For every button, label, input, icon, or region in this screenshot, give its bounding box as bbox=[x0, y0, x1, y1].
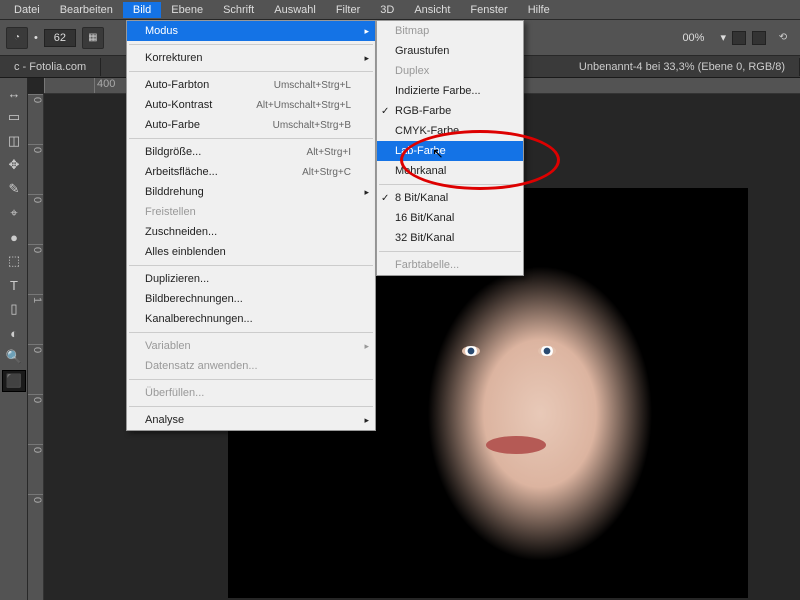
menu-bild-item-analyse[interactable]: Analyse bbox=[127, 410, 375, 430]
tool-12[interactable]: ⬛ bbox=[2, 370, 26, 392]
ruler-vertical: 000010000 bbox=[28, 94, 44, 600]
menubar-item-3d[interactable]: 3D bbox=[370, 2, 404, 18]
menu-bild-item-zuschneiden-[interactable]: Zuschneiden... bbox=[127, 222, 375, 242]
menu-modus-item-graustufen[interactable]: Graustufen bbox=[377, 41, 523, 61]
menubar-item-filter[interactable]: Filter bbox=[326, 2, 370, 18]
chevron-down-icon: ▾ bbox=[720, 31, 726, 44]
menu-bild-item-korrekturen[interactable]: Korrekturen bbox=[127, 48, 375, 68]
pressure-icon[interactable]: ⟲ bbox=[772, 27, 794, 49]
menu-modus-item-mehrkanal[interactable]: Mehrkanal bbox=[377, 161, 523, 181]
menu-modus-item-8-bit-kanal[interactable]: 8 Bit/Kanal bbox=[377, 188, 523, 208]
menubar-item-ansicht[interactable]: Ansicht bbox=[404, 2, 460, 18]
menubar-item-bearbeiten[interactable]: Bearbeiten bbox=[50, 2, 123, 18]
tool-3[interactable]: ✥ bbox=[2, 154, 26, 176]
toggle-b[interactable] bbox=[752, 31, 766, 45]
zoom-readout: 00% bbox=[682, 32, 704, 44]
menu-bild-dropdown: Modus Korrekturen Auto-FarbtonUmschalt+Str… bbox=[126, 20, 376, 431]
tool-11[interactable]: 🔍 bbox=[2, 346, 26, 368]
tools-panel: ↔▭◫✥✎⌖●⬚T▯◐🔍⬛ bbox=[0, 78, 28, 600]
menu-modus-item-rgb-farbe[interactable]: RGB-Farbe bbox=[377, 101, 523, 121]
menu-bild-item-auto-kontrast[interactable]: Auto-KontrastAlt+Umschalt+Strg+L bbox=[127, 95, 375, 115]
tool-10[interactable]: ◐ bbox=[2, 322, 26, 344]
tool-8[interactable]: T bbox=[2, 274, 26, 296]
menu-modus-item-duplex: Duplex bbox=[377, 61, 523, 81]
menu-modus-item-indizierte-farbe-[interactable]: Indizierte Farbe... bbox=[377, 81, 523, 101]
menubar-item-bild[interactable]: Bild bbox=[123, 2, 161, 18]
menubar-item-datei[interactable]: Datei bbox=[4, 2, 50, 18]
menu-modus-item-bitmap: Bitmap bbox=[377, 21, 523, 41]
menu-bild-item-kanalberechnungen-[interactable]: Kanalberechnungen... bbox=[127, 309, 375, 329]
menu-modus-item-16-bit-kanal[interactable]: 16 Bit/Kanal bbox=[377, 208, 523, 228]
menu-bild-item-auto-farbton[interactable]: Auto-FarbtonUmschalt+Strg+L bbox=[127, 75, 375, 95]
menu-bild-item--berf-llen-: Überfüllen... bbox=[127, 383, 375, 403]
tool-preset-icon[interactable]: ◔ bbox=[6, 27, 28, 49]
menu-bild-item-auto-farbe[interactable]: Auto-FarbeUmschalt+Strg+B bbox=[127, 115, 375, 135]
menu-bild-item-datensatz-anwenden-: Datensatz anwenden... bbox=[127, 356, 375, 376]
menu-bild-item-duplizieren-[interactable]: Duplizieren... bbox=[127, 269, 375, 289]
menu-bild-item-bilddrehung[interactable]: Bilddrehung bbox=[127, 182, 375, 202]
tool-0[interactable]: ↔ bbox=[2, 82, 26, 104]
tool-2[interactable]: ◫ bbox=[2, 130, 26, 152]
menu-modus-item-32-bit-kanal[interactable]: 32 Bit/Kanal bbox=[377, 228, 523, 248]
menu-bild-item-variablen: Variablen bbox=[127, 336, 375, 356]
menu-modus-item-lab-farbe[interactable]: Lab-Farbe bbox=[377, 141, 523, 161]
menu-modus-item-cmyk-farbe[interactable]: CMYK-Farbe bbox=[377, 121, 523, 141]
menu-bild-item-freistellen: Freistellen bbox=[127, 202, 375, 222]
menu-modus-item-farbtabelle-: Farbtabelle... bbox=[377, 255, 523, 275]
menu-bild-item-alles-einblenden[interactable]: Alles einblenden bbox=[127, 242, 375, 262]
tool-5[interactable]: ⌖ bbox=[2, 202, 26, 224]
tool-1[interactable]: ▭ bbox=[2, 106, 26, 128]
menubar-item-fenster[interactable]: Fenster bbox=[460, 2, 517, 18]
document-tab-2[interactable]: Unbenannt-4 bei 33,3% (Ebene 0, RGB/8) bbox=[565, 58, 800, 76]
menubar-item-schrift[interactable]: Schrift bbox=[213, 2, 264, 18]
menu-bild-item-modus[interactable]: Modus bbox=[127, 21, 375, 41]
brush-panel-icon[interactable]: ▦ bbox=[82, 27, 104, 49]
tool-4[interactable]: ✎ bbox=[2, 178, 26, 200]
tool-6[interactable]: ● bbox=[2, 226, 26, 248]
tool-9[interactable]: ▯ bbox=[2, 298, 26, 320]
menu-bild-item-bildberechnungen-[interactable]: Bildberechnungen... bbox=[127, 289, 375, 309]
dot-icon: • bbox=[34, 32, 38, 44]
menubar-item-hilfe[interactable]: Hilfe bbox=[518, 2, 560, 18]
menubar-item-auswahl[interactable]: Auswahl bbox=[264, 2, 326, 18]
menu-bild-item-arbeitsfl-che-[interactable]: Arbeitsfläche...Alt+Strg+C bbox=[127, 162, 375, 182]
menubar: DateiBearbeitenBildEbeneSchriftAuswahlFi… bbox=[0, 0, 800, 20]
menubar-item-ebene[interactable]: Ebene bbox=[161, 2, 213, 18]
document-tab-1[interactable]: c - Fotolia.com bbox=[0, 58, 101, 76]
brush-size-input[interactable]: 62 bbox=[44, 29, 76, 47]
menu-modus-submenu: BitmapGraustufenDuplexIndizierte Farbe..… bbox=[376, 20, 524, 276]
toggle-a[interactable] bbox=[732, 31, 746, 45]
menu-bild-item-bildgr-e-[interactable]: Bildgröße...Alt+Strg+I bbox=[127, 142, 375, 162]
tool-7[interactable]: ⬚ bbox=[2, 250, 26, 272]
